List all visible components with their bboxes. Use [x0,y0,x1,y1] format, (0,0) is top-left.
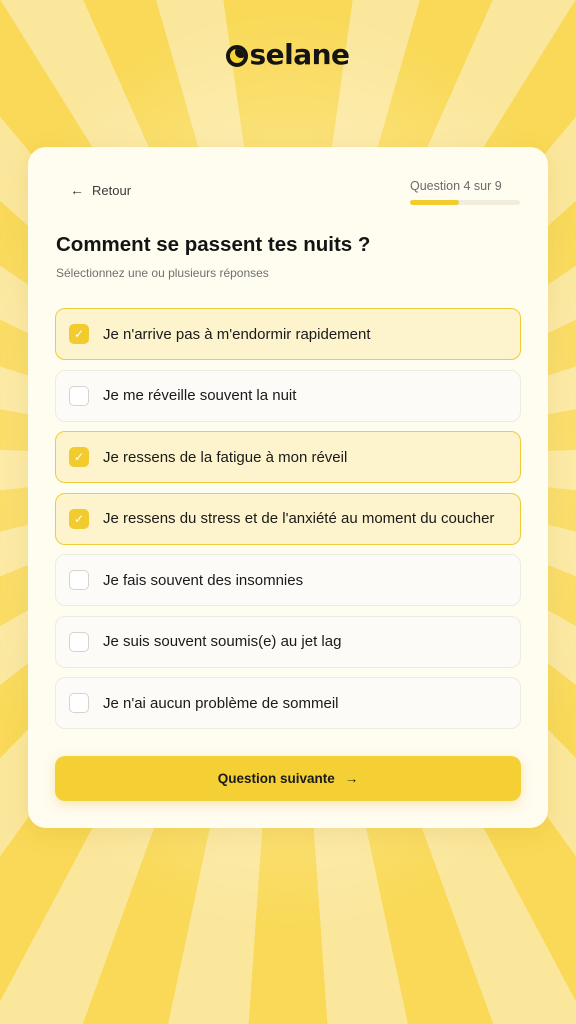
back-button[interactable]: ← Retour [70,182,131,198]
checkbox-checked[interactable]: ✓ [69,447,89,467]
option-label: Je ressens du stress et de l'anxiété au … [103,510,495,527]
arrow-right-icon: → [344,771,359,786]
question-subtitle: Sélectionnez une ou plusieurs réponses [56,266,269,280]
quiz-card: ← Retour Question 4 sur 9 Comment se pas… [28,147,548,828]
option-label: Je fais souvent des insomnies [103,571,304,589]
option-label: Je me réveille souvent la nuit [103,387,297,404]
logo-o-mark [226,45,249,67]
option-label: Je n'arrive pas à m'endormir rapidement [103,325,371,343]
option-item[interactable]: Je n'ai aucun problème de sommeil [55,677,521,729]
progress-indicator: Question 4 sur 9 [410,179,520,205]
option-item[interactable]: ✓ Je n'arrive pas à m'endormir rapidement [55,308,521,360]
progress-label: Question 4 sur 9 [410,179,502,193]
options-list: ✓ Je n'arrive pas à m'endormir rapidement… [55,308,521,739]
progress-fill [410,200,459,205]
arrow-left-icon: ← [70,182,84,198]
checkbox-checked[interactable]: ✓ [69,324,89,344]
logo-text: selane [249,38,350,71]
checkbox[interactable] [69,385,89,406]
checkbox-checked[interactable]: ✓ [69,508,89,529]
option-item[interactable]: ✓ Je ressens de la fatigue à mon réveil [55,431,521,483]
option-label: Je suis souvent soumis(e) au jet lag [103,633,342,650]
checkbox[interactable] [69,693,89,713]
checkbox[interactable] [69,631,89,652]
next-question-button[interactable]: Question suivante → [55,756,521,801]
checkbox[interactable] [69,570,89,590]
option-label: Je n'ai aucun problème de sommeil [103,694,339,712]
brand-logo: selane [0,38,576,71]
option-item[interactable]: Je me réveille souvent la nuit [55,369,521,422]
next-button-label: Question suivante [217,771,335,786]
option-label: Je ressens de la fatigue à mon réveil [103,448,348,466]
question-title: Comment se passent tes nuits ? [56,233,371,256]
back-label: Retour [92,182,132,198]
option-item[interactable]: ✓ Je ressens du stress et de l'anxiété au… [55,492,521,545]
progress-track [410,200,520,205]
option-item[interactable]: Je suis souvent soumis(e) au jet lag [55,615,521,668]
option-item[interactable]: Je fais souvent des insomnies [55,554,521,606]
